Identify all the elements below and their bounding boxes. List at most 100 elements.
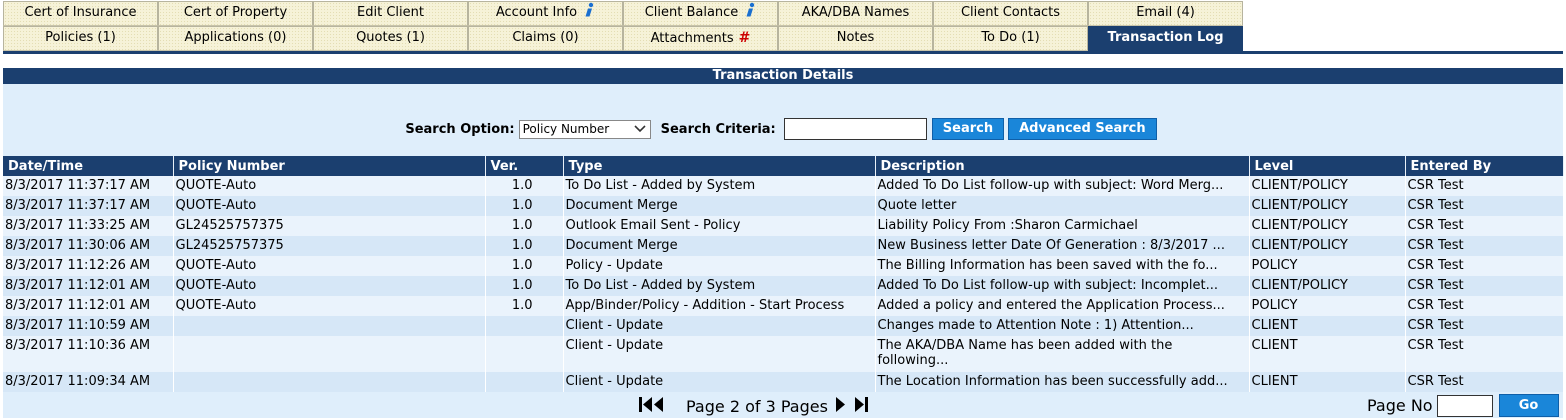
tab-label: Transaction Log <box>1107 30 1224 45</box>
cell-ver <box>485 316 564 336</box>
tab-label: Account Info <box>495 5 578 20</box>
column-header-ver[interactable]: Ver. <box>485 156 564 176</box>
tab-client-contacts[interactable]: Client Contacts <box>933 1 1088 26</box>
cell-entered-by: CSR Test <box>1405 296 1564 316</box>
go-button[interactable]: Go <box>1498 394 1559 417</box>
table-row[interactable]: 8/3/2017 11:12:01 AM QUOTE-Auto 1.0 App/Bin… <box>3 296 1564 316</box>
tab-label: Client Balance <box>644 5 739 20</box>
cell-entered-by: CSR Test <box>1405 256 1564 276</box>
table-row[interactable]: 8/3/2017 11:12:26 AM QUOTE-Auto 1.0 Policy … <box>3 256 1564 276</box>
cell-type: To Do List - Added by System <box>563 276 876 296</box>
page-status: Page 2 of 3 Pages <box>686 396 828 416</box>
column-header-date-time[interactable]: Date/Time <box>3 156 174 176</box>
tab-row-2: Policies (1) Applications (0) Quotes (1) Cl… <box>3 26 1243 51</box>
cell-type: Client - Update <box>563 316 876 336</box>
tab-label: Applications (0) <box>184 30 287 45</box>
cell-policy-number: QUOTE-Auto <box>173 256 486 276</box>
search-button[interactable]: Search <box>931 118 1005 140</box>
column-header-description[interactable]: Description <box>875 156 1250 176</box>
table-header-row: Date/Time Policy Number Ver. Type Descriptio… <box>3 156 1564 176</box>
table-row[interactable]: 8/3/2017 11:37:17 AM QUOTE-Auto 1.0 Documen… <box>3 196 1564 216</box>
tab-row-1: Cert of Insurance Cert of Property Edit Cl… <box>3 1 1243 26</box>
column-header-entered-by[interactable]: Entered By <box>1405 156 1564 176</box>
column-header-level[interactable]: Level <box>1249 156 1406 176</box>
tab-policies-1[interactable]: Policies (1) <box>3 26 158 51</box>
first-page-icon[interactable] <box>636 394 666 418</box>
panel-title: Transaction Details <box>3 68 1563 84</box>
cell-ver: 1.0 <box>485 216 564 236</box>
cell-description: The Billing Information has been saved w… <box>875 256 1250 276</box>
tab-label: Email (4) <box>1136 5 1195 20</box>
tab-label: Edit Client <box>357 5 424 20</box>
cell-description: Liability Policy From :Sharon Carmichael <box>875 216 1250 236</box>
tab-label: Client Contacts <box>960 5 1061 20</box>
table-row[interactable]: 8/3/2017 11:09:34 AM Client - Update The L… <box>3 372 1564 392</box>
tab-edit-client[interactable]: Edit Client <box>313 1 468 26</box>
cell-ver: 1.0 <box>485 196 564 216</box>
cell-description: New Business letter Date Of Generation :… <box>875 236 1250 256</box>
cell-ver <box>485 372 564 392</box>
cell-policy-number: GL24525757375 <box>173 236 486 256</box>
cell-type: Policy - Update <box>563 256 876 276</box>
table-row[interactable]: 8/3/2017 11:30:06 AM GL24525757375 1.0 Docu… <box>3 236 1564 256</box>
info-icon[interactable] <box>744 2 756 18</box>
cell-date-time: 8/3/2017 11:37:17 AM <box>3 196 174 216</box>
table-row[interactable]: 8/3/2017 11:10:36 AM Client - Update The A… <box>3 336 1564 372</box>
tab-label: Claims (0) <box>512 30 579 45</box>
cell-level: CLIENT/POLICY <box>1249 276 1406 296</box>
table-row[interactable]: 8/3/2017 11:12:01 AM QUOTE-Auto 1.0 To Do L… <box>3 276 1564 296</box>
table-row[interactable]: 8/3/2017 11:10:59 AM Client - Update Chang… <box>3 316 1564 336</box>
transaction-log-table: Date/Time Policy Number Ver. Type Descriptio… <box>3 156 1564 392</box>
tab-aka-dba-names[interactable]: AKA/DBA Names <box>778 1 933 26</box>
cell-level: CLIENT/POLICY <box>1249 216 1406 236</box>
cell-date-time: 8/3/2017 11:30:06 AM <box>3 236 174 256</box>
tab-attachments[interactable]: Attachments # <box>623 26 778 51</box>
cell-description: Changes made to Attention Note : 1) Atte… <box>875 316 1250 336</box>
search-option-label: Search Option: <box>405 121 515 137</box>
cell-ver <box>485 336 564 372</box>
column-header-policy-number[interactable]: Policy Number <box>173 156 486 176</box>
cell-type: Document Merge <box>563 196 876 216</box>
tab-to-do-1[interactable]: To Do (1) <box>933 26 1088 51</box>
cell-policy-number: QUOTE-Auto <box>173 296 486 316</box>
cell-type: Client - Update <box>563 336 876 372</box>
tab-notes[interactable]: Notes <box>778 26 933 51</box>
tab-applications-0[interactable]: Applications (0) <box>158 26 313 51</box>
tab-claims-0[interactable]: Claims (0) <box>468 26 623 51</box>
tab-cert-of-insurance[interactable]: Cert of Insurance <box>3 1 158 26</box>
tab-label: Attachments <box>650 31 734 46</box>
tab-label: Cert of Property <box>183 5 288 20</box>
search-bar: Search Option: Policy Number Search Crit… <box>3 116 1563 142</box>
cell-type: To Do List - Added by System <box>563 176 876 196</box>
pager: Page 2 of 3 Pages <box>636 394 870 418</box>
table-row[interactable]: 8/3/2017 11:33:25 AM GL24525757375 1.0 Outl… <box>3 216 1564 236</box>
cell-date-time: 8/3/2017 11:12:26 AM <box>3 256 174 276</box>
cell-description: The Location Information has been succes… <box>875 372 1250 392</box>
cell-ver: 1.0 <box>485 176 564 196</box>
tab-label: Quotes (1) <box>356 30 425 45</box>
cell-policy-number: GL24525757375 <box>173 216 486 236</box>
tab-cert-of-property[interactable]: Cert of Property <box>158 1 313 26</box>
page-jump: Page No Go <box>1367 394 1559 417</box>
next-page-icon[interactable] <box>834 394 846 418</box>
last-page-icon[interactable] <box>854 394 870 418</box>
table-row[interactable]: 8/3/2017 11:37:17 AM QUOTE-Auto 1.0 To Do L… <box>3 176 1564 196</box>
tab-label: AKA/DBA Names <box>801 5 910 20</box>
cell-entered-by: CSR Test <box>1405 176 1564 196</box>
tab-quotes-1[interactable]: Quotes (1) <box>313 26 468 51</box>
table-body: 8/3/2017 11:37:17 AM QUOTE-Auto 1.0 To Do L… <box>3 176 1564 392</box>
info-icon[interactable] <box>583 2 595 18</box>
search-option-select[interactable]: Policy Number <box>518 119 651 139</box>
cell-entered-by: CSR Test <box>1405 236 1564 256</box>
advanced-search-button[interactable]: Advanced Search <box>1008 118 1157 140</box>
tab-transaction-log[interactable]: Transaction Log <box>1088 26 1243 51</box>
tab-account-info[interactable]: Account Info <box>468 1 623 26</box>
cell-level: CLIENT/POLICY <box>1249 196 1406 216</box>
cell-policy-number <box>173 372 486 392</box>
page-no-input[interactable] <box>1436 394 1493 417</box>
tab-email-4[interactable]: Email (4) <box>1088 1 1243 26</box>
cell-entered-by: CSR Test <box>1405 336 1564 372</box>
search-criteria-input[interactable] <box>783 118 927 140</box>
tab-client-balance[interactable]: Client Balance <box>623 1 778 26</box>
column-header-type[interactable]: Type <box>563 156 876 176</box>
